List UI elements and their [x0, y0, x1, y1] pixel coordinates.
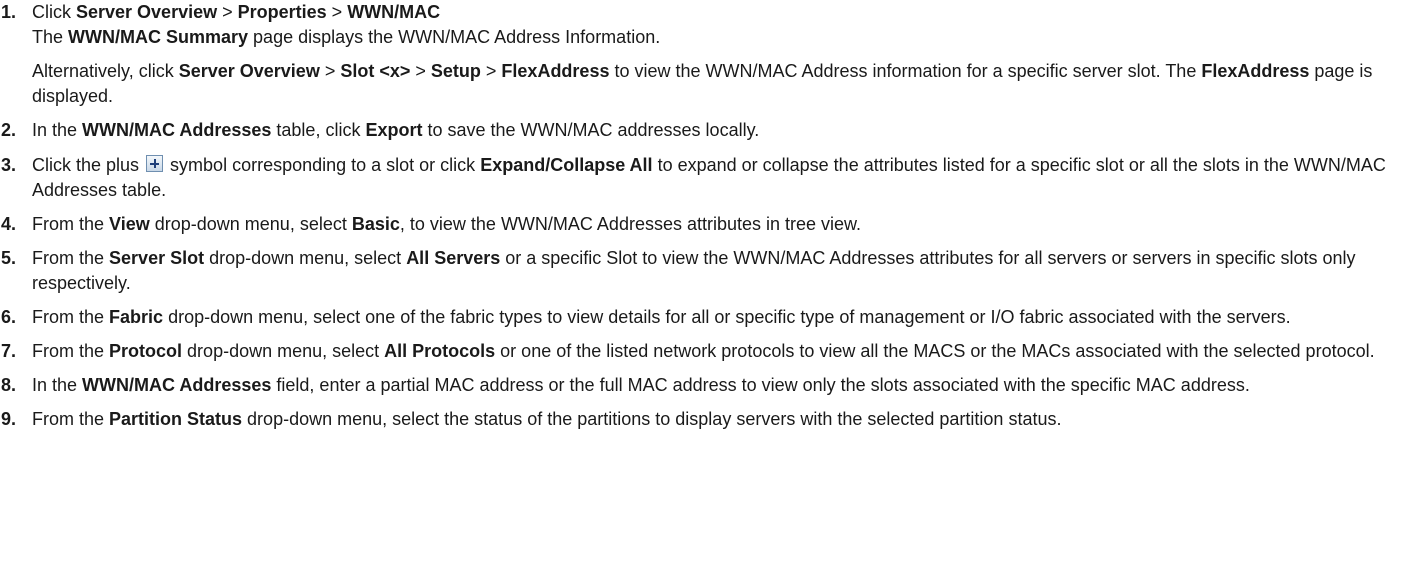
text-run: From the [32, 409, 110, 429]
ui-term: Export [365, 120, 423, 140]
document-body: 1. Click Server Overview > Properties > … [0, 0, 1410, 432]
step-number: 9. [1, 409, 17, 429]
step-text: Click Server Overview > Properties > WWN… [32, 0, 1402, 25]
text-run: > [217, 2, 238, 22]
text-run: > [480, 61, 502, 81]
step-7: 7. From the Protocol drop-down menu, sel… [0, 339, 1402, 364]
ui-term: Setup [430, 61, 481, 81]
text-run: The [32, 27, 69, 47]
step-text: In the WWN/MAC Addresses field, enter a … [32, 373, 1402, 398]
text-run: From the [32, 248, 110, 268]
text-run: > [319, 61, 341, 81]
step-number: 5. [1, 248, 17, 268]
ui-term: Partition Status [109, 409, 243, 429]
text-run: , to view the WWN/MAC Addresses attribut… [399, 214, 862, 234]
step-5: 5. From the Server Slot drop-down menu, … [0, 246, 1402, 296]
text-run: Click [32, 2, 76, 22]
ui-term: Basic [351, 214, 400, 234]
step-number: 2. [1, 120, 17, 140]
ui-term: Slot <x> [340, 61, 411, 81]
step-note: Alternatively, click Server Overview > S… [32, 59, 1402, 109]
text-run: table, click [271, 120, 366, 140]
step-number: 6. [1, 307, 17, 327]
ui-term: All Servers [406, 248, 501, 268]
ui-term: Expand/Collapse All [480, 155, 653, 175]
ui-term: Server Slot [109, 248, 205, 268]
text-run: Click the plus [32, 155, 145, 175]
step-4: 4. From the View drop-down menu, select … [0, 212, 1402, 237]
step-text: From the Protocol drop-down menu, select… [32, 339, 1402, 364]
ui-term: Protocol [109, 341, 183, 361]
ui-term: WWN/MAC [347, 2, 441, 22]
text-run: From the [32, 307, 110, 327]
ui-term: FlexAddress [501, 61, 610, 81]
step-number: 4. [1, 214, 17, 234]
ui-term: Server Overview [178, 61, 320, 81]
text-run: page displays the WWN/MAC Address Inform… [248, 27, 661, 47]
text-run: drop-down menu, select [149, 214, 352, 234]
step-text: Click the plus symbol corresponding to a… [32, 153, 1402, 203]
step-number: 8. [1, 375, 17, 395]
text-run: to view the WWN/MAC Address information … [609, 61, 1202, 81]
step-3: 3. Click the plus symbol corresponding t… [0, 153, 1402, 203]
text-run: In the [32, 120, 83, 140]
text-run: > [410, 61, 431, 81]
ui-term: All Protocols [384, 341, 496, 361]
step-text-continued: The WWN/MAC Summary page displays the WW… [32, 25, 1402, 50]
text-run: drop-down menu, select the status of the… [242, 409, 1062, 429]
step-number: 7. [1, 341, 17, 361]
text-run: field, enter a partial MAC address or th… [271, 375, 1250, 395]
step-number: 1. [1, 2, 17, 22]
text-run: symbol corresponding to a slot or click [165, 155, 481, 175]
step-text: From the View drop-down menu, select Bas… [32, 212, 1402, 237]
ui-term: View [109, 214, 150, 234]
step-text: In the WWN/MAC Addresses table, click Ex… [32, 118, 1402, 143]
text-run: > [326, 2, 348, 22]
text-run: drop-down menu, select [182, 341, 385, 361]
ui-term: FlexAddress [1201, 61, 1310, 81]
step-2: 2. In the WWN/MAC Addresses table, click… [0, 118, 1402, 143]
text-run: or one of the listed network protocols t… [495, 341, 1375, 361]
text-run: to save the WWN/MAC addresses locally. [422, 120, 760, 140]
ui-term: Server Overview [76, 2, 218, 22]
step-6: 6. From the Fabric drop-down menu, selec… [0, 305, 1402, 330]
ui-term: WWN/MAC Addresses [82, 375, 272, 395]
step-number: 3. [1, 155, 17, 175]
step-1: 1. Click Server Overview > Properties > … [0, 0, 1402, 109]
plus-icon [146, 155, 164, 172]
step-text: From the Fabric drop-down menu, select o… [32, 305, 1402, 330]
step-9: 9. From the Partition Status drop-down m… [0, 407, 1402, 432]
text-run: In the [32, 375, 83, 395]
step-text: From the Server Slot drop-down menu, sel… [32, 246, 1402, 296]
text-run: drop-down menu, select one of the fabric… [163, 307, 1291, 327]
step-text: From the Partition Status drop-down menu… [32, 407, 1402, 432]
ui-term: WWN/MAC Addresses [82, 120, 272, 140]
text-run: Alternatively, click [32, 61, 179, 81]
step-8: 8. In the WWN/MAC Addresses field, enter… [0, 373, 1402, 398]
text-run: From the [32, 214, 110, 234]
text-run: From the [32, 341, 110, 361]
ui-term: Fabric [109, 307, 164, 327]
text-run: drop-down menu, select [204, 248, 407, 268]
ui-term: WWN/MAC Summary [68, 27, 249, 47]
procedure-steps: 1. Click Server Overview > Properties > … [0, 0, 1402, 432]
ui-term: Properties [237, 2, 327, 22]
